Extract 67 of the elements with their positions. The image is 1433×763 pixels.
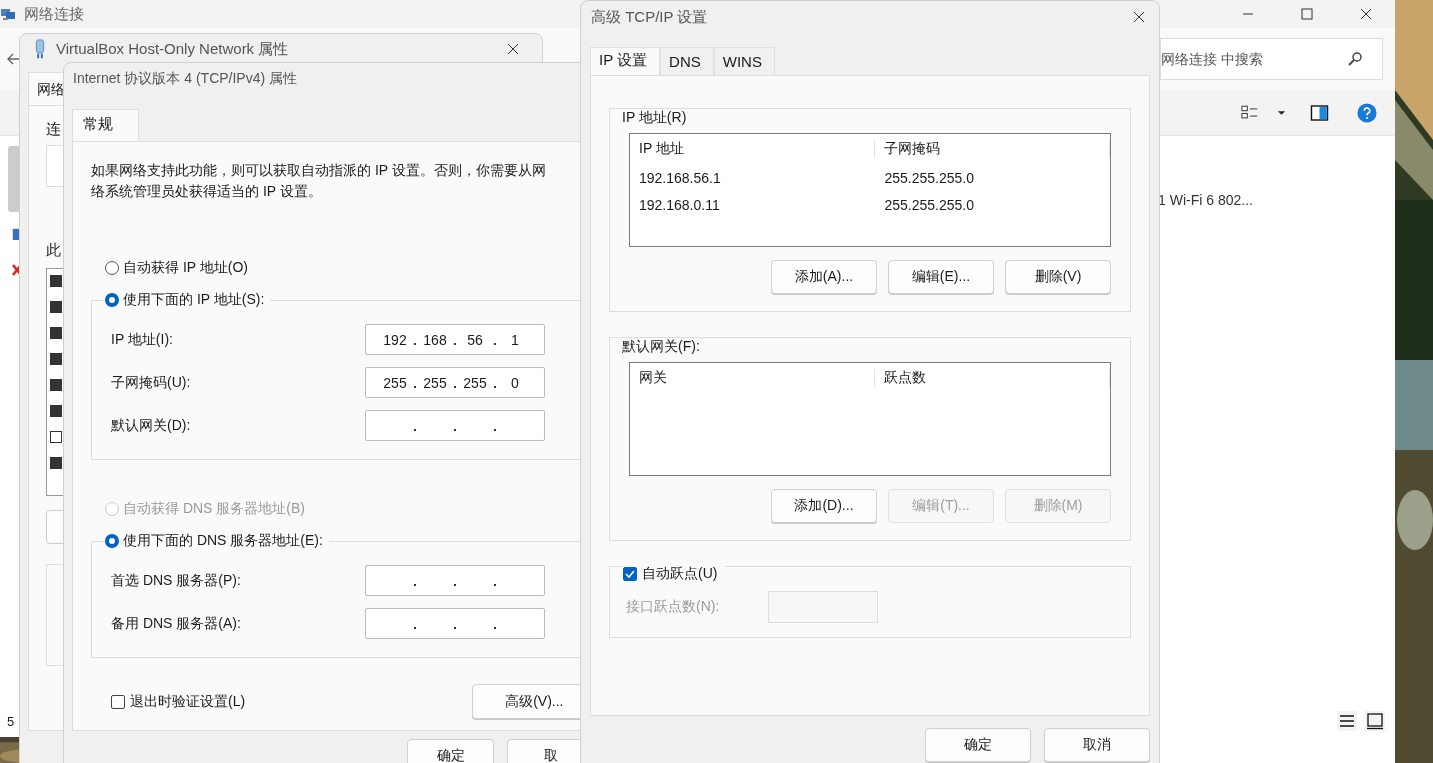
search-field[interactable]: 网络连接 中搜索 xyxy=(1160,38,1383,80)
field-label: IP 地址(I): xyxy=(111,330,174,349)
tab[interactable]: 常规 xyxy=(72,109,139,141)
delete-button[interactable]: 删除(V) xyxy=(1005,260,1111,294)
group-title: IP 地址(R) xyxy=(620,109,689,127)
ip-address-field[interactable] xyxy=(365,565,545,596)
window-title: VirtualBox Host-Only Network 属性 xyxy=(56,39,289,59)
window-title: 网络连接 xyxy=(24,4,84,24)
field-label: 首选 DNS 服务器(P): xyxy=(111,571,242,590)
add-button[interactable]: 添加(A)... xyxy=(771,260,877,294)
column-header[interactable]: 子网掩码 xyxy=(875,140,1110,158)
checkbox[interactable] xyxy=(50,457,62,469)
checkbox[interactable] xyxy=(50,431,62,443)
preview-pane-icon[interactable] xyxy=(1310,104,1329,121)
help-icon[interactable] xyxy=(1357,102,1377,123)
column-header[interactable]: 网关 xyxy=(630,369,876,387)
cancel-button[interactable]: 取消 xyxy=(1044,728,1150,762)
connect-label: 连 xyxy=(46,120,61,139)
radio-button[interactable]: 使用下面的 DNS 服务器地址(E): xyxy=(105,532,329,550)
view-options-icon[interactable] xyxy=(1241,105,1259,120)
network-icon xyxy=(0,6,16,22)
column-header[interactable]: 跃点数 xyxy=(875,369,1110,387)
details-view-icon[interactable] xyxy=(1337,711,1357,731)
field-label: 备用 DNS 服务器(A): xyxy=(111,614,242,633)
checkbox[interactable] xyxy=(50,353,62,365)
checkbox[interactable] xyxy=(50,379,62,391)
back-arrow-icon[interactable] xyxy=(6,51,22,67)
field-label: 子网掩码(U): xyxy=(111,373,192,392)
ip-address-field[interactable]: 255 255 255 0 xyxy=(365,367,545,398)
ip-address-field[interactable] xyxy=(365,608,545,639)
checkbox[interactable]: 自动跃点(U) xyxy=(623,565,726,583)
add-button[interactable]: 添加(D)... xyxy=(771,489,877,523)
ip-address-field[interactable] xyxy=(365,410,545,441)
plug-icon xyxy=(34,38,46,60)
caret-icon[interactable] xyxy=(1277,109,1286,116)
checkbox[interactable] xyxy=(50,301,62,313)
ok-button[interactable]: 确定 xyxy=(925,728,1031,762)
field-label: 默认网关(D): xyxy=(111,416,192,435)
list-row[interactable]: 192.168.56.1 255.255.255.0 xyxy=(630,164,1110,191)
close-icon[interactable] xyxy=(507,43,519,55)
field-label: 接口跃点数(N): xyxy=(626,598,721,616)
error-x-icon xyxy=(12,264,22,276)
column-header[interactable]: IP 地址 xyxy=(630,140,876,158)
checkbox[interactable]: 退出时验证设置(L) xyxy=(111,692,246,711)
group-title: 默认网关(F): xyxy=(620,338,702,356)
search-icon[interactable] xyxy=(1347,51,1363,67)
checkbox[interactable] xyxy=(50,327,62,339)
maximize-icon[interactable] xyxy=(1301,8,1313,20)
status-item-count: 5 xyxy=(7,713,15,729)
close-icon[interactable] xyxy=(1360,8,1372,20)
ok-button[interactable]: 确定 xyxy=(407,739,494,763)
tab[interactable]: IP 设置 xyxy=(590,47,661,75)
window-title: 高级 TCP/IP 设置 xyxy=(591,7,708,27)
tab[interactable]: DNS xyxy=(660,47,714,75)
window-title: Internet 协议版本 4 (TCP/IPv4) 属性 xyxy=(73,70,298,88)
components-label: 此 xyxy=(46,241,61,260)
tab[interactable]: WINS xyxy=(713,47,775,75)
checkmark-icon xyxy=(624,568,636,580)
close-icon[interactable] xyxy=(1133,11,1145,23)
radio-button[interactable]: 使用下面的 IP 地址(S): xyxy=(105,291,271,309)
description-text: 如果网络支持此功能，则可以获取自动指派的 IP 设置。否则，你需要从网 络系统管理员处获得适当的 IP 设置。 xyxy=(91,161,547,201)
checkbox[interactable] xyxy=(50,275,62,287)
checkbox[interactable] xyxy=(50,405,62,417)
list-row[interactable]: 192.168.0.11 255.255.255.0 xyxy=(630,191,1110,218)
edit-button[interactable]: 编辑(E)... xyxy=(888,260,994,294)
large-icons-view-icon[interactable] xyxy=(1365,711,1385,731)
ip-address-field[interactable]: 192 168 56 1 xyxy=(365,324,545,355)
